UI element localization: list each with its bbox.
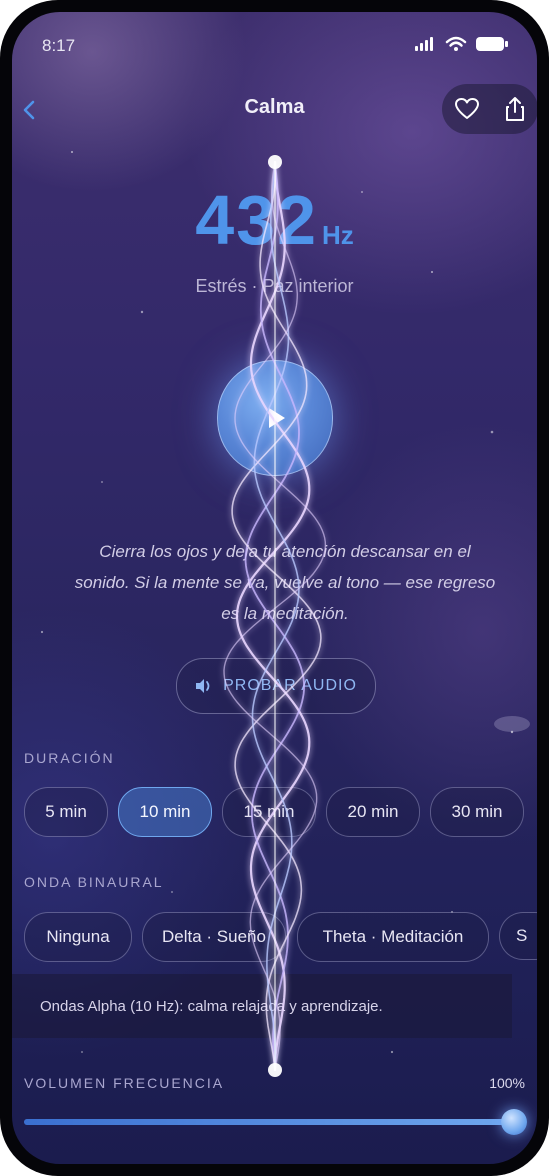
duration-option-15[interactable]: 15 min <box>222 787 316 837</box>
duration-option-30[interactable]: 30 min <box>430 787 524 837</box>
duration-option-5[interactable]: 5 min <box>24 787 108 837</box>
duration-option-20[interactable]: 20 min <box>326 787 420 837</box>
volume-slider-fill <box>24 1119 514 1125</box>
play-icon <box>269 408 285 428</box>
meditation-text: Cierra los ojos y deja tu atención desca… <box>74 542 496 623</box>
speaker-icon <box>196 679 210 693</box>
phone-frame: 8:17 Calma 432 Hz Estrés · Paz interior … <box>0 0 549 1176</box>
volume-slider-thumb[interactable] <box>501 1109 527 1135</box>
status-icons <box>415 36 509 52</box>
binaural-option-delta[interactable]: Delta · Sueño <box>142 912 286 962</box>
frequency-unit: Hz <box>322 220 354 250</box>
app-screen: 8:17 Calma 432 Hz Estrés · Paz interior … <box>12 12 537 1164</box>
duration-option-10[interactable]: 10 min <box>118 787 212 837</box>
volume-slider[interactable] <box>24 1109 527 1135</box>
frequency-subtitle: Estrés · Paz interior <box>195 276 354 296</box>
binaural-option-theta[interactable]: Theta · Meditación <box>297 912 489 962</box>
probar-audio-label: PROBAR AUDIO <box>223 677 357 694</box>
binaural-description-text: Ondas Alpha (10 Hz): calma relajada y ap… <box>40 997 383 1015</box>
signal-icon <box>415 37 433 51</box>
battery-icon <box>476 37 508 51</box>
wave-bottom-node <box>268 1063 282 1077</box>
volume-percent: 100% <box>489 1075 525 1091</box>
binaural-option-partial[interactable]: S <box>499 912 537 960</box>
header-actions <box>442 84 537 134</box>
probar-audio-button[interactable]: PROBAR AUDIO <box>176 658 376 714</box>
binaural-description: Ondas Alpha (10 Hz): calma relajada y ap… <box>12 974 512 1038</box>
heart-icon[interactable] <box>454 97 480 121</box>
duration-label: DURACIÓN <box>24 750 115 766</box>
play-button[interactable] <box>217 360 333 476</box>
binaural-option-ninguna[interactable]: Ninguna <box>24 912 132 962</box>
binaural-label: ONDA BINAURAL <box>24 874 164 890</box>
share-icon[interactable] <box>504 96 526 122</box>
frequency-display: 432 Hz <box>12 180 537 260</box>
status-time: 8:17 <box>42 36 76 55</box>
volume-label: VOLUMEN FRECUENCIA <box>24 1075 225 1091</box>
frequency-value: 432 <box>195 181 318 259</box>
wave-top-node <box>268 155 282 169</box>
wifi-icon <box>445 36 467 51</box>
